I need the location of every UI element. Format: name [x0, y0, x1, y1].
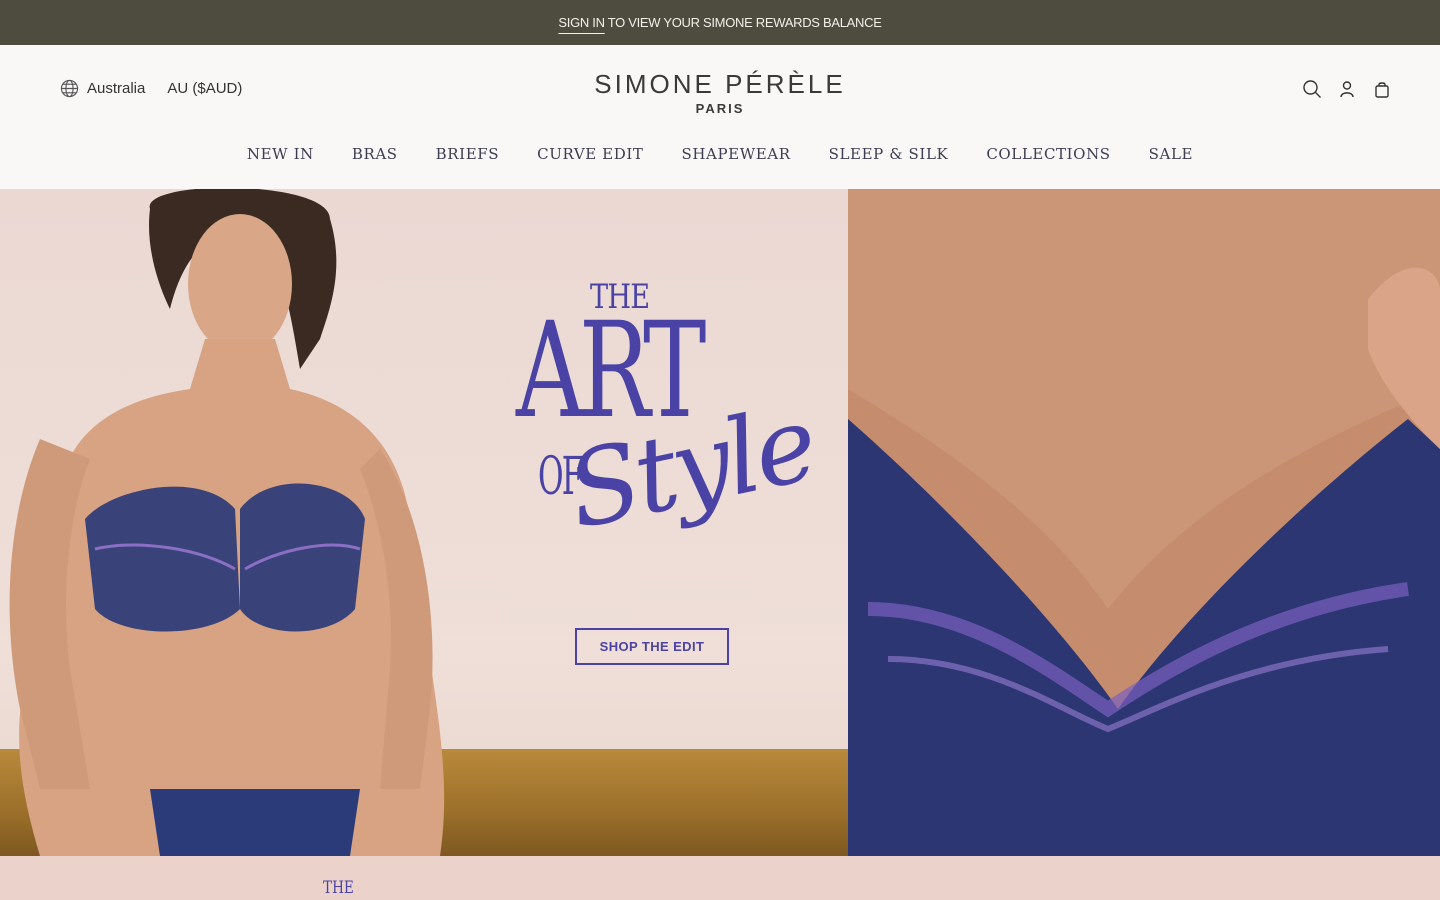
- nav-item-curve-edit[interactable]: CURVE EDIT: [537, 145, 643, 163]
- model-right-image: [848, 189, 1440, 856]
- nav-item-shapewear[interactable]: SHAPEWEAR: [681, 145, 790, 163]
- nav-item-sleep-silk[interactable]: SLEEP & SILK: [829, 145, 949, 163]
- bag-icon[interactable]: [1372, 79, 1392, 99]
- sign-in-link[interactable]: SIGN IN: [558, 15, 605, 30]
- next-section-headline: THE: [323, 878, 354, 898]
- logo-subline: PARIS: [695, 101, 745, 116]
- hero-right-panel: [848, 189, 1440, 856]
- logo-wordmark: SIMONE PÉRÈLE: [594, 69, 846, 99]
- announcement-text: SIGN IN TO VIEW YOUR SIMONE REWARDS BALAN…: [558, 15, 881, 30]
- main-navigation: NEW IN BRAS BRIEFS CURVE EDIT SHAPEWEAR …: [0, 145, 1440, 163]
- nav-item-new-in[interactable]: NEW IN: [247, 145, 314, 163]
- brand-logo[interactable]: SIMONE PÉRÈLE PARIS: [0, 69, 1440, 116]
- nav-item-briefs[interactable]: BRIEFS: [436, 145, 499, 163]
- search-icon[interactable]: [1302, 79, 1322, 99]
- hero-headline: THE ART OF Style: [500, 277, 824, 607]
- nav-item-collections[interactable]: COLLECTIONS: [986, 145, 1110, 163]
- announcement-message: TO VIEW YOUR SIMONE REWARDS BALANCE: [607, 15, 882, 30]
- shop-the-edit-button[interactable]: SHOP THE EDIT: [575, 628, 729, 665]
- account-icon[interactable]: [1337, 79, 1357, 99]
- site-header: Australia AU ($AUD) SIMONE PÉRÈLE PARIS: [0, 45, 1440, 189]
- next-section-preview: THE: [0, 856, 1440, 900]
- nav-item-sale[interactable]: SALE: [1149, 145, 1193, 163]
- announcement-bar: SIGN IN TO VIEW YOUR SIMONE REWARDS BALAN…: [0, 0, 1440, 45]
- nav-item-bras[interactable]: BRAS: [352, 145, 398, 163]
- utility-icons: [1287, 79, 1392, 99]
- hero-banner[interactable]: THE ART OF Style SHOP THE EDIT: [0, 189, 1440, 856]
